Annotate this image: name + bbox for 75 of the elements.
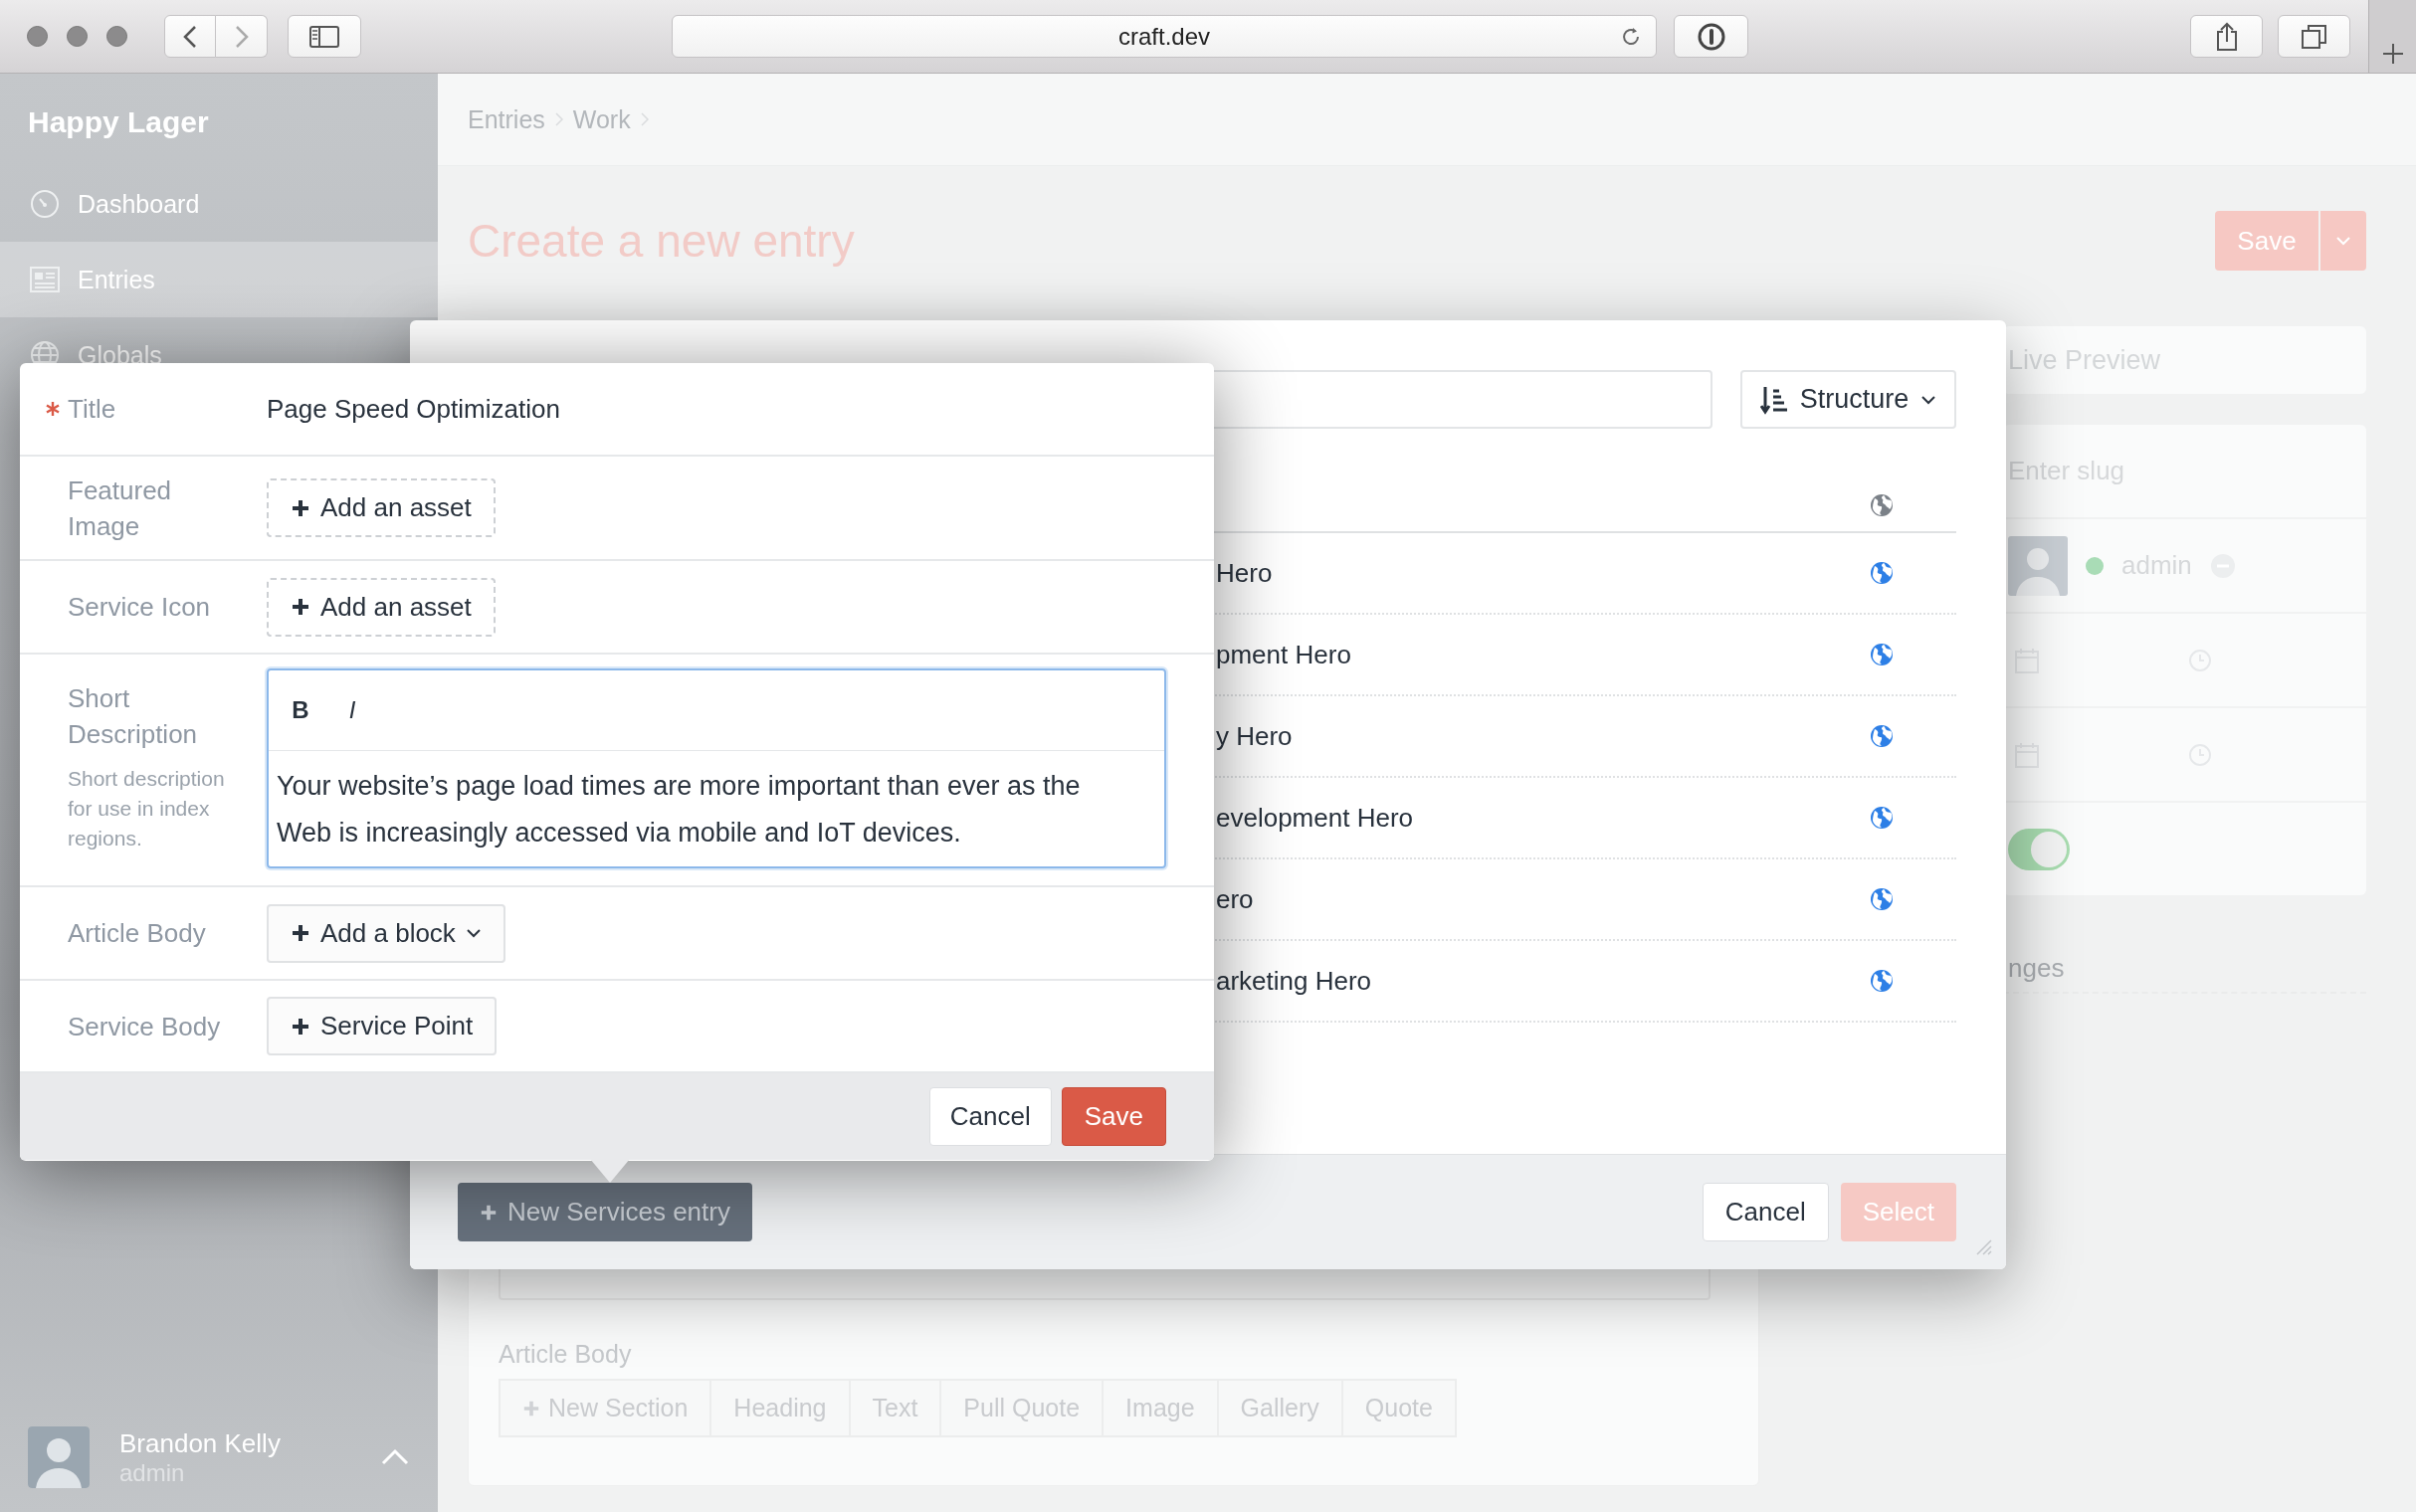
globe-icon — [1870, 887, 1894, 911]
globe-icon — [1870, 724, 1894, 748]
plus-icon — [480, 1203, 498, 1222]
resize-handle-icon[interactable] — [1974, 1237, 1992, 1255]
reload-icon — [1620, 26, 1642, 48]
chevron-left-icon — [183, 24, 197, 49]
field-label: Article Body — [68, 917, 206, 950]
cancel-button[interactable]: Cancel — [1702, 1183, 1829, 1241]
share-icon — [2215, 21, 2238, 52]
tabs-icon — [2301, 23, 2327, 50]
bold-button[interactable]: B — [287, 696, 314, 724]
description-text: Your website’s page load times are more important than ever as the Web is increasingly accessed via mobile and IoT devices. — [276, 770, 1082, 850]
sidebar-button[interactable] — [288, 15, 361, 58]
avatar — [28, 1426, 90, 1488]
window-control[interactable] — [106, 26, 127, 47]
toggle-switch[interactable] — [2008, 828, 2070, 870]
add-block-button[interactable]: Add a block — [267, 903, 505, 963]
globe-icon — [1870, 806, 1894, 830]
entry-title[interactable]: evelopment Hero — [1216, 802, 1413, 833]
share-button[interactable] — [2190, 15, 2263, 58]
plus-icon — [522, 1399, 540, 1418]
sidebar-icon — [309, 25, 339, 48]
field-label: Service Icon — [68, 591, 211, 624]
field-label: Short Description — [68, 682, 199, 751]
back-button[interactable] — [164, 15, 216, 58]
chevron-up-icon[interactable] — [380, 1448, 410, 1466]
gauge-icon — [30, 189, 60, 219]
window-control[interactable] — [67, 26, 88, 47]
field-instructions: Short description for use in index regions. — [68, 766, 226, 851]
avatar — [2008, 535, 2068, 596]
chevron-right-icon — [640, 112, 649, 126]
add-asset-button[interactable]: Add an asset — [267, 478, 496, 537]
calendar-icon[interactable] — [2015, 647, 2039, 673]
globe-icon — [1870, 492, 1894, 517]
new-tab-button[interactable] — [2368, 0, 2416, 73]
user-name: Brandon Kelly — [119, 1427, 281, 1459]
add-asset-button[interactable]: Add an asset — [267, 577, 496, 637]
rich-text-editor[interactable]: B I Your website’s page load times are more important than ever as the Web is increasingly accessed via mobile and IoT devices. — [267, 668, 1166, 868]
title-field[interactable]: Page Speed Optimization — [267, 393, 560, 425]
field-label: Title — [68, 393, 116, 426]
entry-title[interactable]: ero — [1216, 883, 1254, 914]
cancel-button[interactable]: Cancel — [928, 1087, 1052, 1146]
plus-icon — [291, 597, 310, 617]
newspaper-icon — [30, 267, 60, 292]
globe-icon — [1870, 969, 1894, 993]
globe-icon — [1870, 561, 1894, 585]
field-label: Featured Image — [68, 473, 173, 543]
chevron-right-icon — [554, 112, 563, 126]
status-dot — [2086, 556, 2104, 575]
chevron-right-icon — [234, 24, 249, 49]
italic-button[interactable]: I — [338, 696, 366, 724]
entry-title[interactable]: Hero — [1216, 557, 1273, 588]
address-bar[interactable]: craft.dev — [672, 15, 1657, 58]
chevron-down-icon — [465, 928, 482, 938]
calendar-icon[interactable] — [2015, 741, 2039, 768]
chevron-down-icon — [2335, 236, 2351, 246]
sort-icon — [1759, 384, 1788, 415]
save-button[interactable]: Save — [1061, 1087, 1166, 1146]
chevron-down-icon — [1920, 394, 1937, 405]
entry-title[interactable]: arketing Hero — [1216, 965, 1372, 996]
plus-icon — [291, 923, 310, 943]
globe-icon — [1870, 643, 1894, 666]
field-label: Service Body — [68, 1010, 221, 1043]
window-control[interactable] — [27, 26, 48, 47]
password-button[interactable] — [1674, 15, 1748, 58]
tabs-button[interactable] — [2278, 15, 2350, 58]
keyhole-icon — [1696, 21, 1726, 52]
sort-button[interactable]: Structure — [1740, 370, 1956, 429]
section-label: nges — [2008, 953, 2065, 983]
add-button[interactable]: Service Point — [267, 997, 498, 1055]
entry-title[interactable]: y Hero — [1216, 720, 1293, 751]
entry-title[interactable]: pment Hero — [1216, 639, 1351, 669]
plus-icon — [291, 1016, 310, 1037]
plus-icon — [291, 497, 310, 518]
plus-icon — [2381, 43, 2404, 65]
